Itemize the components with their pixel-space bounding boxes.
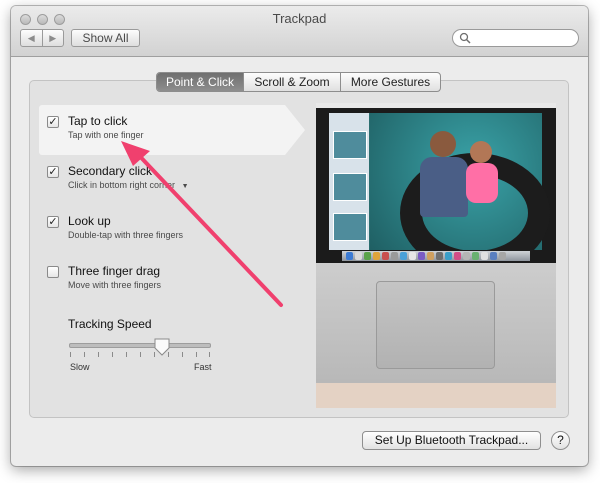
tab-scroll-zoom[interactable]: Scroll & Zoom (243, 73, 340, 91)
person (466, 163, 498, 203)
preview-menubar (316, 103, 556, 108)
slider-tick (196, 352, 197, 357)
preferences-window: Trackpad ◀ ▶ Show All Point & Click Scro… (11, 6, 588, 466)
option-title: Tap to click (68, 114, 128, 128)
preview-photo-app (329, 113, 550, 273)
preview-thumbnail (333, 173, 367, 201)
back-arrow-icon[interactable]: ◀ (21, 30, 42, 46)
title-bar: Trackpad ◀ ▶ Show All (11, 6, 588, 57)
option-subtitle: Move with three fingers (68, 280, 162, 290)
secondary-click-checkbox[interactable]: ✓ (47, 166, 59, 178)
slider-tick (140, 352, 141, 357)
preview-trackpad (376, 281, 495, 369)
slider-thumb[interactable] (154, 338, 170, 356)
preview-sidebar (329, 113, 369, 250)
option-subtitle[interactable]: Click in bottom right corner ▼ (68, 180, 189, 190)
help-button[interactable]: ? (551, 431, 570, 450)
dock-icons (346, 252, 506, 260)
slider-tick (182, 352, 183, 357)
slow-label: Slow (70, 362, 90, 372)
secondary-click-mode: Click in bottom right corner (68, 180, 176, 190)
preview-dock (342, 251, 530, 261)
tracking-speed-slider[interactable] (69, 343, 211, 348)
preview-main-photo (370, 113, 550, 273)
show-all-button[interactable]: Show All (71, 29, 140, 47)
preview-thumbnail (333, 213, 367, 241)
slider-tick (126, 352, 127, 357)
fast-label: Fast (194, 362, 212, 372)
option-title: Look up (68, 214, 111, 228)
preview-laptop-base (316, 263, 556, 383)
option-subtitle: Double-tap with three fingers (68, 230, 184, 240)
tap-to-click-checkbox[interactable]: ✓ (47, 116, 59, 128)
window-title: Trackpad (272, 11, 327, 26)
slider-tick (84, 352, 85, 357)
slider-tick (70, 352, 71, 357)
tab-more-gestures[interactable]: More Gestures (340, 73, 440, 91)
search-field[interactable] (452, 29, 579, 47)
option-subtitle: Tap with one finger (68, 130, 144, 140)
search-icon (459, 32, 471, 44)
tracking-speed-label: Tracking Speed (68, 317, 152, 331)
gesture-preview-video (316, 103, 556, 408)
slider-tick (112, 352, 113, 357)
forward-arrow-icon[interactable]: ▶ (41, 30, 64, 46)
tab-point-click[interactable]: Point & Click (157, 73, 243, 91)
preview-floor (316, 383, 556, 408)
look-up-checkbox[interactable]: ✓ (47, 216, 59, 228)
preview-screen (316, 103, 556, 273)
slider-tick (209, 352, 210, 357)
person (430, 131, 456, 157)
setup-bluetooth-trackpad-button[interactable]: Set Up Bluetooth Trackpad... (362, 431, 541, 450)
preview-thumbnail (333, 131, 367, 159)
slider-tick (98, 352, 99, 357)
option-title: Secondary click (68, 164, 153, 178)
tab-bar: Point & Click Scroll & Zoom More Gesture… (156, 72, 441, 92)
chevron-down-icon[interactable]: ▼ (182, 183, 189, 190)
back-forward-control: ◀ ▶ (20, 29, 64, 47)
option-title: Three finger drag (68, 264, 161, 278)
person (420, 157, 468, 217)
person (470, 141, 492, 163)
three-finger-drag-checkbox[interactable] (47, 266, 59, 278)
